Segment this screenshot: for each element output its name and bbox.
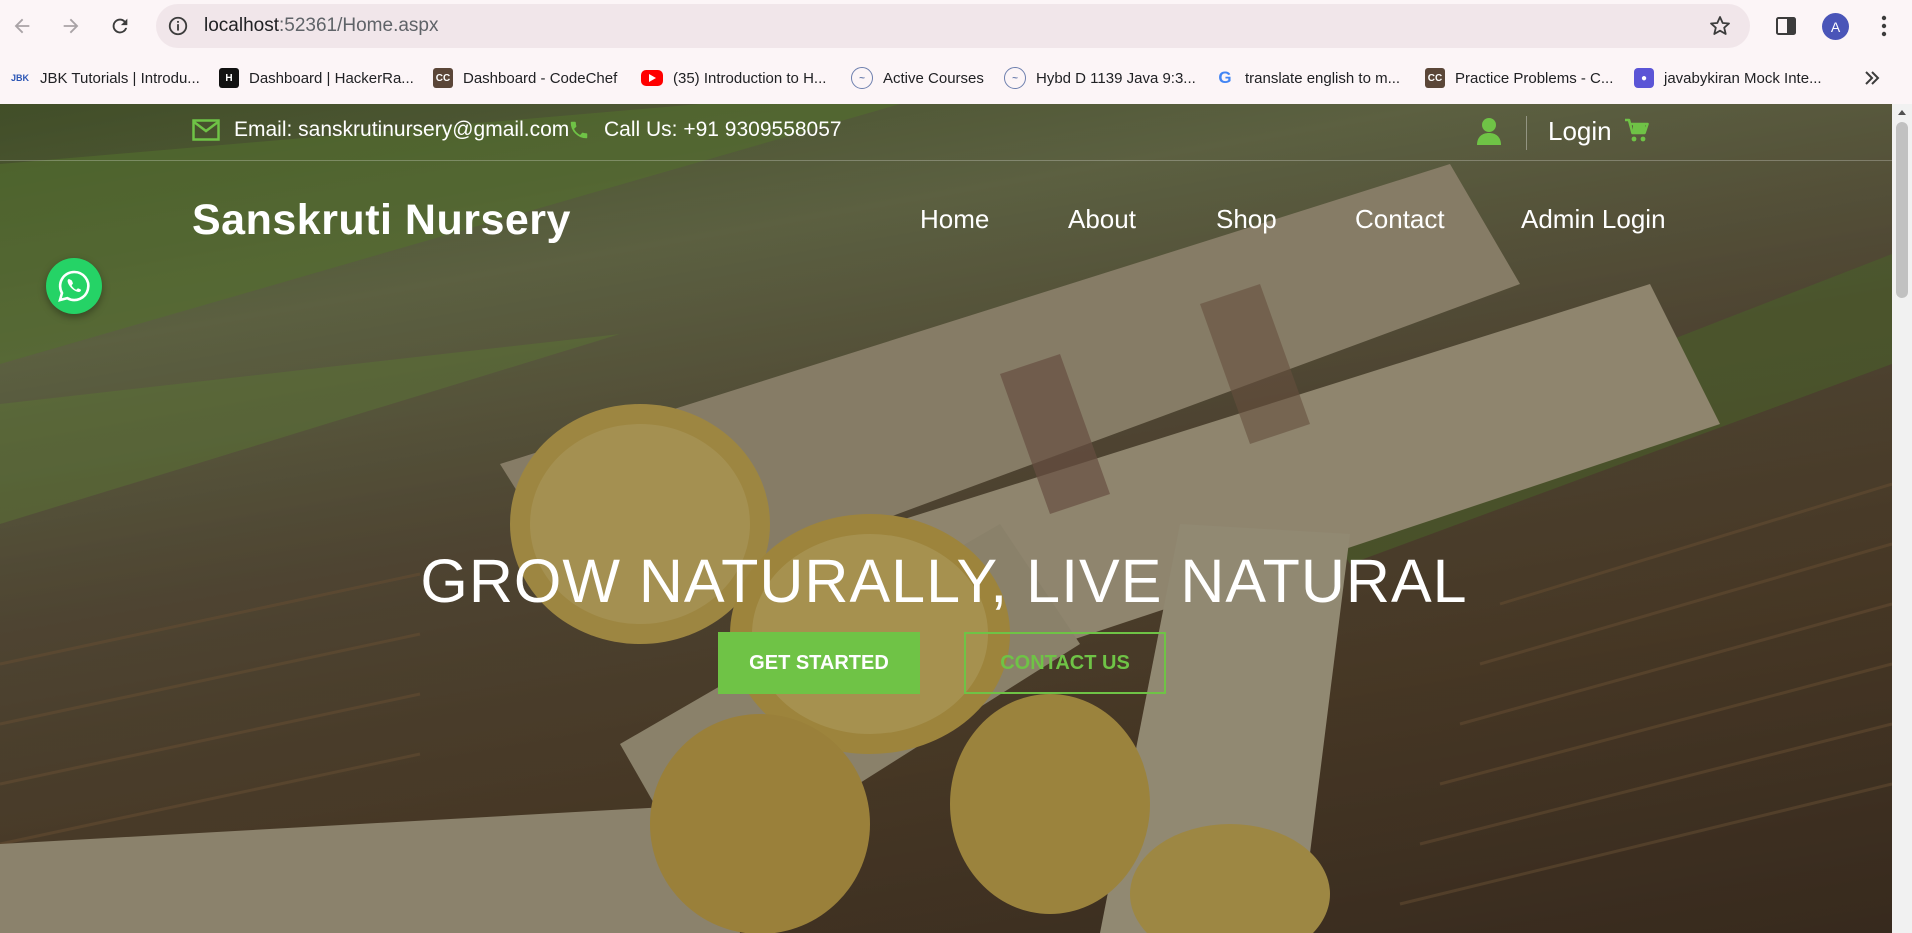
hackerrank-icon: H: [219, 68, 239, 88]
youtube-icon: [641, 70, 663, 86]
cart-icon[interactable]: [1624, 117, 1650, 143]
get-started-button[interactable]: GET STARTED: [718, 632, 920, 694]
side-panel-icon[interactable]: [1774, 14, 1798, 38]
nav-home[interactable]: Home: [920, 204, 989, 235]
url-host: localhost: [204, 15, 279, 36]
url-text[interactable]: localhost:52361/Home.aspx: [204, 15, 439, 37]
course-icon: ~: [851, 67, 873, 89]
bookmark-label: javabykiran Mock Inte...: [1664, 69, 1822, 87]
bookmark-item[interactable]: ~ Hybd D 1139 Java 9:3...: [1004, 66, 1196, 90]
bookmark-item[interactable]: CC Practice Problems - C...: [1425, 66, 1613, 90]
bookmark-label: JBK Tutorials | Introdu...: [40, 69, 200, 87]
bookmarks-bar: JBK JBK Tutorials | Introdu... H Dashboa…: [0, 52, 1912, 105]
url-path: :52361/Home.aspx: [279, 15, 439, 36]
browser-toolbar: localhost:52361/Home.aspx A: [0, 0, 1912, 52]
page-scrollbar[interactable]: [1892, 104, 1912, 933]
bookmark-item[interactable]: CC Dashboard - CodeChef: [433, 66, 617, 90]
email-link[interactable]: Email: sanskrutinursery@gmail.com: [192, 118, 569, 142]
phone-icon: [570, 121, 588, 139]
bookmark-item[interactable]: (35) Introduction to H...: [641, 66, 826, 90]
bookmark-label: translate english to m...: [1245, 69, 1401, 87]
topbar-divider: [1526, 116, 1527, 150]
site-brand-logo[interactable]: Sanskruti Nursery: [192, 196, 571, 245]
hero-title: GROW NATURALLY, LIVE NATURAL: [420, 547, 1468, 615]
bookmark-label: (35) Introduction to H...: [673, 69, 827, 87]
arrow-left-icon: [14, 18, 30, 34]
scroll-up-arrow-icon[interactable]: [1898, 108, 1906, 116]
nav-about[interactable]: About: [1068, 204, 1136, 235]
phone-link[interactable]: Call Us: +91 9309558057: [568, 118, 842, 142]
reload-icon: [112, 18, 128, 34]
email-text: Email: sanskrutinursery@gmail.com: [234, 118, 570, 141]
reload-button[interactable]: [104, 10, 136, 42]
login-link[interactable]: Login: [1548, 116, 1612, 147]
user-icon[interactable]: [1476, 117, 1502, 145]
page-viewport: Email: sanskrutinursery@gmail.com Call U…: [0, 104, 1892, 933]
scrollbar-thumb[interactable]: [1896, 122, 1908, 298]
bookmark-label: Practice Problems - C...: [1455, 69, 1614, 87]
bookmark-item[interactable]: H Dashboard | HackerRa...: [219, 66, 414, 90]
jbk-icon: JBK: [10, 73, 29, 83]
forward-button[interactable]: [55, 10, 87, 42]
codechef-icon: CC: [433, 68, 453, 88]
back-button[interactable]: [6, 10, 38, 42]
interview-icon: ●: [1634, 68, 1654, 88]
bookmark-item[interactable]: ~ Active Courses: [851, 66, 984, 90]
bookmark-item[interactable]: JBK JBK Tutorials | Introdu...: [10, 66, 200, 90]
google-icon: G: [1218, 68, 1232, 87]
phone-text: Call Us: +91 9309558057: [604, 118, 842, 141]
codechef-icon: CC: [1425, 68, 1445, 88]
whatsapp-button[interactable]: [46, 258, 102, 314]
course-icon: ~: [1004, 67, 1026, 89]
nav-contact[interactable]: Contact: [1355, 204, 1445, 235]
bookmark-label: Dashboard | HackerRa...: [249, 69, 414, 87]
contact-us-button[interactable]: CONTACT US: [964, 632, 1166, 694]
address-bar[interactable]: localhost:52361/Home.aspx: [156, 4, 1750, 48]
nav-shop[interactable]: Shop: [1216, 204, 1277, 235]
bookmark-item[interactable]: G translate english to m...: [1215, 66, 1400, 90]
bookmark-label: Active Courses: [883, 69, 984, 87]
bookmark-label: Hybd D 1139 Java 9:3...: [1036, 69, 1196, 87]
profile-avatar[interactable]: A: [1822, 13, 1849, 40]
more-vert-icon[interactable]: [1872, 13, 1896, 39]
bookmark-item[interactable]: ● javabykiran Mock Inte...: [1634, 66, 1822, 90]
contact-topbar: Email: sanskrutinursery@gmail.com Call U…: [0, 104, 1892, 161]
chevron-double-right-icon[interactable]: [1860, 66, 1884, 90]
whatsapp-icon: [58, 270, 90, 302]
arrow-right-icon: [63, 18, 79, 34]
site-info-icon[interactable]: [166, 14, 190, 38]
bookmark-star-icon[interactable]: [1708, 14, 1732, 38]
nav-admin-login[interactable]: Admin Login: [1521, 204, 1666, 235]
envelope-icon: [192, 119, 220, 141]
bookmark-label: Dashboard - CodeChef: [463, 69, 618, 87]
